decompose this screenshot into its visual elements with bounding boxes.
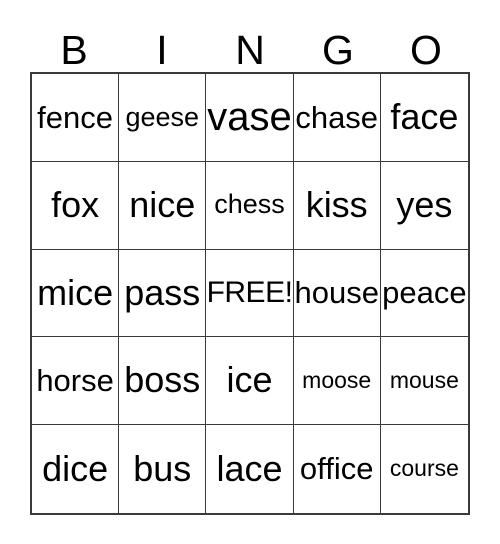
bingo-cell-r2c1[interactable]: fox	[32, 161, 120, 250]
bingo-cell-r3c2[interactable]: pass	[119, 249, 207, 338]
bingo-header-letter-o: O	[410, 27, 442, 73]
bingo-cell-label: moose	[302, 367, 372, 394]
bingo-cell-label: fox	[51, 183, 100, 225]
bingo-cell-label: boss	[124, 359, 201, 401]
bingo-cell-r5c1[interactable]: dice	[32, 425, 120, 513]
bingo-cell-r1c4[interactable]: chase	[293, 74, 381, 162]
bingo-cell-label: yes	[396, 183, 453, 225]
bingo-cell-r4c5[interactable]: mouse	[380, 337, 468, 426]
bingo-cell-label: office	[299, 451, 374, 487]
bingo-cell-label: vase	[207, 95, 292, 139]
bingo-cell-label: chess	[214, 189, 285, 220]
bingo-cell-label: mice	[37, 271, 114, 313]
bingo-cell-r5c2[interactable]: bus	[119, 425, 207, 513]
bingo-cell-label: chase	[295, 99, 379, 135]
bingo-cell-r5c3[interactable]: lace	[206, 425, 294, 513]
bingo-cell-r3c4[interactable]: house	[293, 249, 381, 338]
bingo-cell-label: peace	[382, 275, 467, 311]
bingo-cell-r1c5[interactable]: face	[380, 74, 468, 162]
bingo-cell-r5c4[interactable]: office	[293, 425, 381, 513]
bingo-cell-label: horse	[36, 362, 114, 398]
bingo-cell-label: nice	[129, 183, 196, 225]
bingo-cell-label: bus	[133, 447, 192, 489]
bingo-header-letter-i: I	[156, 27, 168, 73]
bingo-cell-label: course	[389, 455, 459, 482]
bingo-cell-r2c3[interactable]: chess	[206, 161, 294, 250]
bingo-header-row: B I N G O	[30, 16, 470, 72]
bingo-free-space-label: FREE!	[206, 275, 293, 309]
bingo-cell-label: fence	[37, 99, 114, 135]
bingo-cell-r5c5[interactable]: course	[380, 425, 468, 513]
bingo-cell-r4c4[interactable]: moose	[293, 337, 381, 426]
bingo-cell-label: lace	[216, 447, 283, 489]
bingo-cell-r1c1[interactable]: fence	[32, 74, 120, 162]
bingo-header-letter-b: B	[60, 27, 88, 73]
bingo-cell-label: house	[294, 275, 379, 311]
bingo-cell-r4c2[interactable]: boss	[119, 337, 207, 426]
bingo-cell-r3c5[interactable]: peace	[380, 249, 468, 338]
bingo-cell-r3c1[interactable]: mice	[32, 249, 120, 338]
bingo-cell-label: kiss	[305, 183, 368, 225]
bingo-header-letter-g: G	[322, 27, 354, 73]
bingo-header-letter-n: N	[235, 27, 265, 73]
bingo-card: B I N G O fence geese vase chase face fo…	[0, 0, 500, 544]
bingo-cell-r4c1[interactable]: horse	[32, 337, 120, 426]
bingo-cell-label: face	[390, 96, 459, 138]
bingo-cell-label: dice	[42, 447, 109, 489]
bingo-cell-r4c3[interactable]: ice	[206, 337, 294, 426]
bingo-cell-r2c2[interactable]: nice	[119, 161, 207, 250]
bingo-cell-label: ice	[226, 359, 273, 401]
bingo-cell-r2c4[interactable]: kiss	[293, 161, 381, 250]
bingo-cell-r1c3[interactable]: vase	[206, 74, 294, 162]
bingo-cell-label: mouse	[389, 367, 459, 394]
bingo-cell-r1c2[interactable]: geese	[119, 74, 207, 162]
bingo-cell-r2c5[interactable]: yes	[380, 161, 468, 250]
bingo-cell-label: pass	[124, 271, 201, 313]
bingo-cell-label: geese	[125, 101, 200, 132]
bingo-grid: fence geese vase chase face fox nice che…	[30, 72, 470, 515]
bingo-cell-free-space[interactable]: FREE!	[206, 249, 294, 338]
